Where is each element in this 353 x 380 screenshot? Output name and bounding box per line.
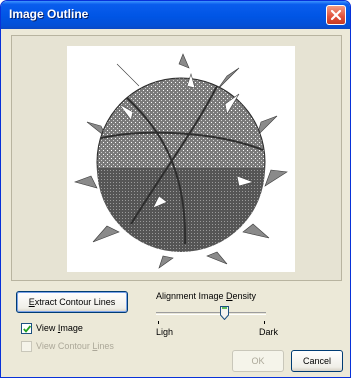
spiked-ball-image [74,53,288,269]
close-button[interactable] [326,5,346,25]
slider-min-label: Ligh [156,327,174,337]
view-image-label-post: mage [60,323,83,333]
density-slider-label: Alignment Image Density [156,291,256,301]
slider-tick-max [264,321,265,324]
close-icon [330,9,342,21]
view-image-label: View Image [36,323,83,333]
view-contour-label-pre: View Contour [36,341,93,351]
dialog-title: Image Outline [9,7,89,21]
slider-tick-min [158,321,159,324]
view-image-label-pre: View [36,323,58,333]
image-outline-dialog: Image Outline Extract Contour Lines Alig… [0,0,351,378]
density-label-post: ensity [232,291,257,301]
ok-button[interactable]: OK [232,350,284,372]
check-icon [23,325,31,333]
slider-max-label: Dark [259,327,279,337]
view-contour-lines-checkbox[interactable] [21,341,32,352]
extract-button-label: xtract Contour Lines [34,297,116,307]
extract-contour-lines-button[interactable]: Extract Contour Lines [16,291,128,313]
view-image-checkbox[interactable] [21,323,32,334]
cancel-button[interactable]: Cancel [291,350,343,372]
image-preview [67,46,295,272]
density-label-pre: Alignment Image [156,291,227,301]
image-preview-frame [11,35,342,281]
view-contour-label-post: ines [97,341,114,351]
view-contour-lines-label: View Contour Lines [36,341,114,351]
title-bar[interactable]: Image Outline [1,1,350,29]
density-slider-thumb[interactable] [219,306,229,320]
density-slider-track[interactable] [156,312,266,315]
